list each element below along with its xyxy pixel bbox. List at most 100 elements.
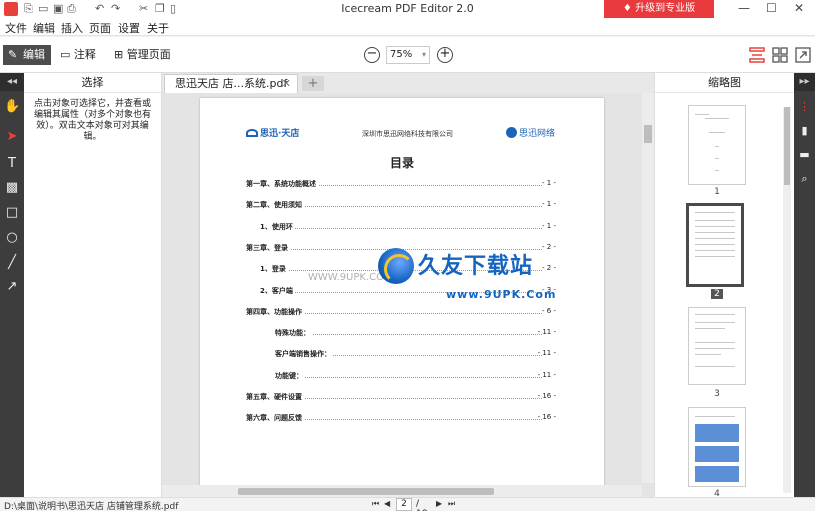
thumbnail-page-1[interactable] (688, 105, 746, 185)
thumbnail-number-selected: 2 (655, 289, 779, 299)
thumb-line (715, 170, 719, 171)
bookmark-icon[interactable]: ▮ (797, 123, 812, 138)
maximize-button[interactable]: ☐ (766, 1, 777, 15)
logo-right: 思迅网络 (506, 126, 555, 139)
pdf-page[interactable]: 思迅·天店 深圳市思迅网络科技有限公司 思迅网络 目录 第一章、系统功能概述 - … (200, 98, 604, 488)
zoom-in-button[interactable]: + (437, 47, 453, 63)
document-viewport[interactable]: 思迅·天店 深圳市思迅网络科技有限公司 思迅网络 目录 第一章、系统功能概述 - … (162, 93, 654, 497)
toc-row[interactable]: 第一章、系统功能概述 - 1 - (200, 179, 604, 191)
arrow-tool-icon[interactable]: ↗ (4, 279, 20, 295)
prev-page-icon[interactable]: ◀ (384, 499, 390, 508)
zoom-out-button[interactable]: − (364, 47, 380, 63)
toc-page-number: - 11 - (537, 349, 556, 357)
thumbnail-page-2[interactable] (686, 203, 744, 287)
toc-row[interactable]: 1、使用环 - 1 - (200, 222, 604, 234)
toc-leader-dots (285, 334, 542, 335)
new-tab-button[interactable]: + (302, 76, 324, 91)
single-page-view-icon[interactable] (749, 47, 765, 63)
hand-tool-icon[interactable]: ✋ (4, 99, 20, 115)
thumb-line (695, 256, 735, 257)
document-tab[interactable]: 思迅天店 店...系统.pdf ✕ (164, 74, 298, 93)
menu-insert[interactable]: 插入 (61, 20, 83, 36)
toc-row[interactable]: 第二章、使用须知 - 1 - (200, 200, 604, 212)
menu-about[interactable]: 关于 (147, 20, 169, 36)
menu-edit[interactable]: 编辑 (33, 20, 55, 36)
ellipse-tool-icon[interactable]: ○ (4, 230, 20, 246)
thumb-line (695, 250, 735, 251)
toc-page-number: - 1 - (542, 222, 556, 230)
toc-label: 1、使用环 (260, 222, 295, 232)
close-button[interactable]: ✕ (794, 1, 804, 15)
thumb-line (695, 328, 725, 329)
logo-circle-icon (506, 127, 517, 138)
toc-page-number: - 1 - (542, 200, 556, 208)
text-tool-icon[interactable]: T (4, 156, 20, 172)
current-page-input[interactable]: 2 (396, 498, 412, 511)
page-title: 目录 (389, 156, 414, 170)
line-tool-icon[interactable]: ╱ (4, 255, 20, 271)
watermark-url: www.9UPK.Com (446, 288, 557, 301)
upgrade-button[interactable]: ♦ 升级到专业版 (604, 0, 714, 18)
horizontal-scrollbar[interactable] (162, 485, 642, 497)
thumb-line (709, 132, 725, 133)
thumb-line (705, 118, 729, 119)
edit-mode-button[interactable]: ✎ 编辑 (3, 45, 51, 65)
thumbnail-page-3[interactable] (688, 307, 746, 385)
next-page-icon[interactable]: ▶ (436, 499, 442, 508)
toc-label: 功能键： (275, 371, 305, 381)
collapse-right-icon[interactable]: ▸▸ (794, 73, 815, 91)
select-tool-icon[interactable]: ➤ (4, 129, 20, 145)
toc-row[interactable]: 第六章、问题反馈 - 16 - (200, 413, 604, 425)
menu-page[interactable]: 页面 (89, 20, 111, 36)
menu-file[interactable]: 文件 (5, 20, 27, 36)
thumb-line (695, 238, 735, 239)
search-icon[interactable]: ⌕ (797, 171, 812, 186)
logo-right-text: 思迅网络 (519, 129, 556, 139)
toc-label: 1、登录 (260, 264, 288, 274)
logo-left-text: 思迅·天店 (260, 129, 300, 139)
toc-row[interactable]: 特殊功能： - 11 - (200, 328, 604, 340)
manage-pages-button[interactable]: ⊞ 管理页面 (114, 45, 171, 65)
comments-icon[interactable]: ▬ (797, 147, 812, 162)
thumb-line (695, 220, 735, 221)
toc-row[interactable]: 功能键： - 11 - (200, 371, 604, 383)
menu-settings[interactable]: 设置 (118, 20, 140, 36)
toc-page-number: - 16 - (537, 413, 556, 421)
toc-page-number: - 6 - (542, 307, 556, 315)
annotate-mode-button[interactable]: ▭ 注释 (60, 45, 96, 65)
thumb-line (715, 158, 719, 159)
fullscreen-icon[interactable] (795, 47, 811, 63)
thumbnail-scroll-thumb[interactable] (784, 107, 790, 185)
first-page-icon[interactable]: ⏮ (372, 499, 379, 509)
toc-row[interactable]: 第五章、硬件设置 - 16 - (200, 392, 604, 404)
rectangle-tool-icon[interactable]: □ (4, 205, 20, 221)
collapse-left-icon[interactable]: ◂◂ (0, 73, 24, 91)
menu-bar: 文件 编辑 插入 页面 设置 关于 (0, 18, 815, 36)
pencil-icon: ✎ (8, 48, 18, 61)
vertical-scroll-thumb[interactable] (644, 125, 652, 143)
image-tool-icon[interactable]: ▩ (4, 180, 20, 196)
edit-mode-label: 编辑 (23, 48, 45, 61)
minimize-button[interactable]: — (738, 1, 750, 15)
thumb-image (695, 446, 739, 462)
toc-row[interactable]: 客户端销售操作： - 11 - (200, 349, 604, 361)
thumbnail-page-4[interactable] (688, 407, 746, 487)
toc-row[interactable]: 第四章、功能操作 - 6 - (200, 307, 604, 319)
horizontal-scroll-thumb[interactable] (238, 488, 494, 495)
multi-page-view-icon[interactable] (772, 47, 788, 63)
thumbnail-scrollbar[interactable] (783, 107, 791, 493)
toc-page-number: - 11 - (537, 371, 556, 379)
zoom-select[interactable]: 75% ▾ (386, 46, 430, 64)
last-page-icon[interactable]: ⏭ (448, 499, 455, 509)
title-bar: ⎘ ▭ ▣ ⎙ ↶ ↷ ✂ ❐ ▯ Icecream PDF Editor 2.… (0, 0, 815, 18)
thumbnail-panel: 缩略图 1 2 3 4 (654, 73, 794, 499)
toc-page-number: - 16 - (537, 392, 556, 400)
vertical-scrollbar[interactable] (642, 93, 654, 483)
toc-label: 第六章、问题反馈 (246, 413, 304, 423)
close-tab-icon[interactable]: ✕ (282, 75, 291, 93)
thumb-line (695, 366, 735, 367)
thumbnails-tab-icon[interactable]: ⋮ (797, 99, 812, 114)
chevron-down-icon: ▾ (421, 50, 426, 59)
grid-icon: ⊞ (114, 48, 124, 61)
file-path: D:\桌面\说明书\思迅天店 店铺管理系统.pdf (4, 502, 179, 511)
